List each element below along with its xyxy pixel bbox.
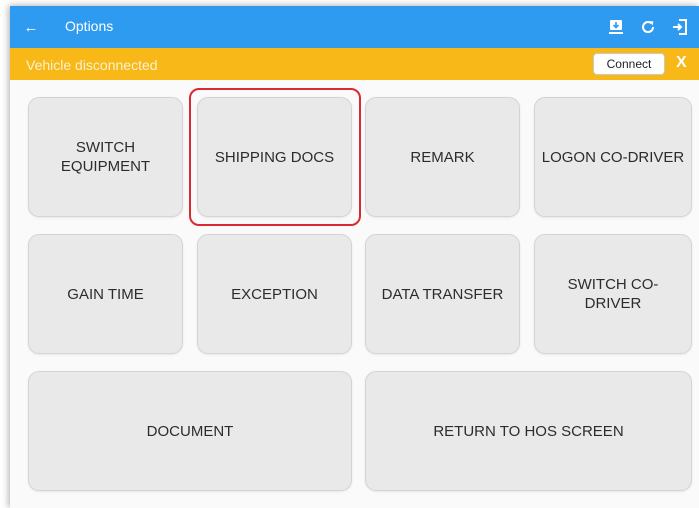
exception-button[interactable]: EXCEPTION [197,234,352,354]
dismiss-status-button[interactable]: X [676,54,687,72]
shipping-docs-button[interactable]: SHIPPING DOCS [197,97,352,217]
switch-codriver-button[interactable]: SWITCH CO- DRIVER [534,234,692,354]
return-to-hos-button[interactable]: RETURN TO HOS SCREEN [365,371,692,491]
refresh-icon[interactable] [635,14,661,40]
app-screen: ← Options Vehicle disconnected Connect X… [10,6,699,508]
data-transfer-button[interactable]: DATA TRANSFER [365,234,520,354]
back-button[interactable]: ← [18,14,44,40]
gain-time-button[interactable]: GAIN TIME [28,234,183,354]
app-bar-actions [603,14,693,40]
app-bar: ← Options [10,6,699,48]
switch-equipment-button[interactable]: SWITCH EQUIPMENT [28,97,183,217]
arrow-left-icon: ← [23,18,39,36]
document-button[interactable]: DOCUMENT [28,371,352,491]
connect-button[interactable]: Connect [593,53,665,75]
page-title: Options [65,18,114,34]
download-icon[interactable] [603,14,629,40]
status-message: Vehicle disconnected [26,57,158,73]
logout-icon[interactable] [667,14,693,40]
logon-codriver-button[interactable]: LOGON CO-DRIVER [534,97,692,217]
remark-button[interactable]: REMARK [365,97,520,217]
vehicle-status-bar: Vehicle disconnected Connect X [10,48,699,80]
